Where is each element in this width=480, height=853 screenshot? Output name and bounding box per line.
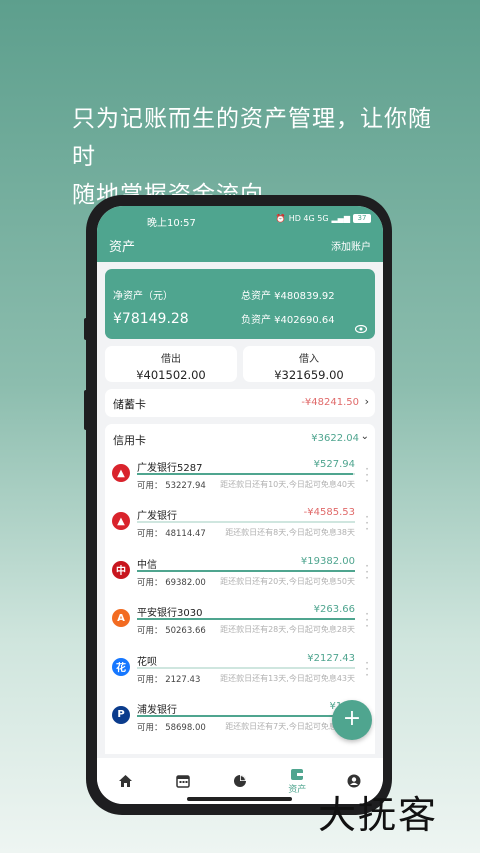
due-info: 距还款日还有10天,今日起可免息40天 (220, 480, 355, 489)
credit-usage-fill (137, 714, 355, 717)
due-info: 距还款日还有20天,今日起可免息50天 (220, 576, 355, 586)
bank-logo-icon: A (112, 609, 130, 628)
tab-home[interactable] (97, 758, 154, 804)
eye-icon[interactable] (355, 325, 367, 333)
bank-name: 浦发银行 (137, 704, 177, 716)
credit-usage-fill (137, 618, 355, 621)
bank-logo-icon: P (112, 705, 130, 724)
bank-row[interactable]: 中中信 ¥19382.00 可用： 69382.00 距还款日还有20天,今日起可免息… (105, 551, 375, 599)
bank-logo-icon: 中 (112, 560, 130, 579)
add-record-button[interactable]: + (332, 700, 372, 740)
credit-usage-fill (137, 473, 353, 475)
assets-content: 净资产（元） ¥78149.28 总资产 ¥480839.92 负资产 ¥402… (97, 262, 383, 758)
watermark: 大抚客 (318, 793, 439, 837)
phone-side-button (84, 390, 88, 430)
borrow-value: ¥321659.00 (274, 368, 344, 382)
bank-row[interactable]: 花花呗 ¥2127.43 可用： 2127.43 距还款日还有13天,今日起可免息43… (105, 648, 375, 696)
credit-card-section: 信用卡 ¥3622.04 ⌄ ▲ 广发银行5287 ¥527.94 可用： 53227… (105, 424, 375, 754)
more-icon[interactable]: ··· (365, 511, 369, 535)
bank-amount: ¥263.66 (313, 604, 355, 616)
credit-usage-bar (137, 714, 355, 717)
status-time: 晚上10:57 (147, 218, 196, 229)
due-info: 距还款日还有28天,今日起可免息28天 (220, 625, 355, 635)
bank-row[interactable]: A 平安银行3030 ¥263.66 可用： 50263.66 距还款日还有28天,今日… (105, 599, 375, 647)
network-icon: HD 4G 5G (288, 214, 329, 223)
lend-label: 借出 (161, 354, 181, 365)
more-icon[interactable]: ··· (365, 657, 369, 681)
savings-amount: -¥48241.50 (301, 397, 359, 408)
more-icon[interactable]: ··· (365, 463, 369, 487)
liabilities: 负资产 ¥402690.64 (241, 315, 335, 326)
home-icon (119, 775, 133, 787)
due-info: 距还款日还有13天,今日起可免息43天 (220, 673, 355, 683)
available-credit: 可用： 50263.66 (137, 626, 206, 637)
phone-side-button (84, 318, 88, 340)
credit-usage-bar (137, 521, 355, 524)
savings-label: 储蓄卡 (113, 398, 146, 411)
bank-amount: -¥4585.53 (303, 507, 355, 519)
credit-usage-bar (137, 473, 355, 475)
page-title: 资产 (109, 240, 136, 255)
available-credit: 可用： 58698.00 (137, 722, 206, 733)
bank-amount: ¥19382.00 (300, 555, 355, 567)
credit-usage-bar (137, 666, 355, 669)
bank-name: 广发银行 (137, 511, 177, 523)
chevron-right-icon: › (364, 395, 369, 408)
bank-name: 中信 (137, 559, 157, 571)
calendar-icon (176, 775, 190, 788)
pie-chart-icon (234, 775, 246, 787)
phone-screen: 晚上10:57 ⏰ HD 4G 5G ▂▄▆ 37 资产 添加账户 净资产（元）… (97, 206, 383, 804)
home-indicator (187, 797, 292, 801)
net-assets-label: 净资产（元） (113, 291, 173, 302)
bank-name: 平安银行3030 (137, 608, 203, 620)
app-bar: 晚上10:57 ⏰ HD 4G 5G ▂▄▆ 37 资产 添加账户 (97, 206, 383, 262)
lend-card[interactable]: 借出 ¥401502.00 (105, 346, 237, 382)
signal-icon: ▂▄▆ (331, 214, 350, 223)
bank-amount: ¥527.94 (313, 459, 355, 470)
bank-amount: ¥2127.43 (307, 652, 355, 664)
available-credit: 可用： 2127.43 (137, 674, 201, 685)
credit-label: 信用卡 (113, 434, 146, 447)
tab-assets-label: 资产 (288, 784, 307, 795)
more-icon[interactable]: ··· (365, 608, 369, 632)
wallet-icon (291, 768, 304, 780)
bank-logo-icon: ▲ (112, 512, 130, 531)
credit-card-header[interactable]: 信用卡 ¥3622.04 ⌄ (105, 424, 375, 454)
bank-logo-icon: 花 (112, 657, 130, 676)
promo-headline-line-1: 只为记账而生的资产管理，让你随时 (72, 106, 432, 170)
bank-row[interactable]: ▲ 广发银行5287 ¥527.94 可用： 53227.94 距还款日还有10天,今日… (105, 454, 375, 502)
savings-card-section[interactable]: 储蓄卡 -¥48241.50 › (105, 389, 375, 417)
chevron-down-icon: ⌄ (360, 431, 369, 442)
credit-usage-fill (137, 569, 355, 572)
bank-name: 花呗 (137, 656, 157, 668)
borrow-card[interactable]: 借入 ¥321659.00 (243, 346, 375, 382)
bank-name: 广发银行5287 (137, 463, 203, 474)
credit-amount: ¥3622.04 (311, 433, 359, 444)
status-bar: 晚上10:57 ⏰ HD 4G 5G ▂▄▆ 37 (97, 214, 383, 230)
bank-row[interactable]: ▲ 广发银行 -¥4585.53 可用： 48114.47 距还款日还有8天,今日起可免… (105, 502, 375, 550)
net-assets-value: ¥78149.28 (113, 311, 189, 327)
status-icons: ⏰ HD 4G 5G ▂▄▆ 37 (276, 214, 371, 223)
total-assets: 总资产 ¥480839.92 (241, 291, 335, 302)
more-icon[interactable]: ··· (365, 560, 369, 584)
add-account-button[interactable]: 添加账户 (331, 238, 371, 253)
available-credit: 可用： 48114.47 (137, 529, 206, 540)
bank-list: ▲ 广发银行5287 ¥527.94 可用： 53227.94 距还款日还有10天,今日… (105, 454, 375, 744)
lend-value: ¥401502.00 (136, 368, 206, 382)
net-assets-card[interactable]: 净资产（元） ¥78149.28 总资产 ¥480839.92 负资产 ¥402… (105, 269, 375, 339)
alarm-icon: ⏰ (275, 214, 286, 223)
borrow-label: 借入 (299, 354, 319, 365)
credit-usage-bar (137, 618, 355, 621)
available-credit: 可用： 69382.00 (137, 577, 206, 588)
bank-logo-icon: ▲ (112, 464, 130, 482)
available-credit: 可用： 53227.94 (137, 481, 206, 491)
credit-usage-bar (137, 569, 355, 572)
battery-icon: 37 (353, 214, 371, 223)
due-info: 距还款日还有8天,今日起可免息38天 (225, 528, 355, 538)
lend-borrow-row: 借出 ¥401502.00 借入 ¥321659.00 (105, 346, 375, 382)
